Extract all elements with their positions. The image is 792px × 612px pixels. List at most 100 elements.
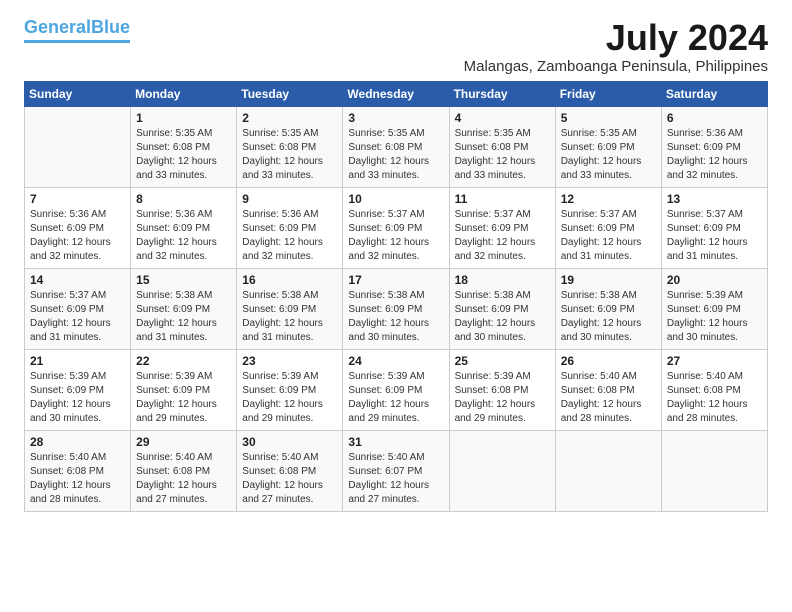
- day-number: 17: [348, 273, 443, 287]
- calendar-cell: 5 Sunrise: 5:35 AM Sunset: 6:09 PM Daylig…: [555, 106, 661, 187]
- day-number: 26: [561, 354, 656, 368]
- day-number: 11: [455, 192, 550, 206]
- cell-text: Sunrise: 5:40 AM Sunset: 6:08 PM Dayligh…: [242, 451, 337, 507]
- cell-text: Sunrise: 5:40 AM Sunset: 6:08 PM Dayligh…: [667, 370, 762, 426]
- page: GeneralBlue July 2024 Malangas, Zamboang…: [0, 0, 792, 522]
- cell-text: Sunrise: 5:38 AM Sunset: 6:09 PM Dayligh…: [561, 289, 656, 345]
- calendar-header-cell: Saturday: [661, 81, 767, 106]
- cell-text: Sunrise: 5:35 AM Sunset: 6:08 PM Dayligh…: [136, 127, 231, 183]
- calendar-cell: 14Sunrise: 5:37 AM Sunset: 6:09 PM Dayli…: [25, 268, 131, 349]
- day-number: 19: [561, 273, 656, 287]
- day-number: 7: [30, 192, 125, 206]
- logo-blue: Blue: [91, 17, 130, 37]
- day-number: 30: [242, 435, 337, 449]
- calendar-week-row: 28 Sunrise: 5:40 AM Sunset: 6:08 PM Dayli…: [25, 430, 768, 511]
- calendar-cell: 8Sunrise: 5:36 AM Sunset: 6:09 PM Daylig…: [131, 187, 237, 268]
- calendar-cell: 2 Sunrise: 5:35 AM Sunset: 6:08 PM Daylig…: [237, 106, 343, 187]
- logo-text: GeneralBlue: [24, 18, 130, 38]
- calendar-cell: 7 Sunrise: 5:36 AM Sunset: 6:09 PM Daylig…: [25, 187, 131, 268]
- calendar-cell: 17Sunrise: 5:38 AM Sunset: 6:09 PM Dayli…: [343, 268, 449, 349]
- calendar-cell: 24Sunrise: 5:39 AM Sunset: 6:09 PM Dayli…: [343, 349, 449, 430]
- day-number: 13: [667, 192, 762, 206]
- calendar-week-row: 14Sunrise: 5:37 AM Sunset: 6:09 PM Dayli…: [25, 268, 768, 349]
- day-number: 23: [242, 354, 337, 368]
- day-number: 29: [136, 435, 231, 449]
- day-number: 27: [667, 354, 762, 368]
- calendar-cell: 9Sunrise: 5:36 AM Sunset: 6:09 PM Daylig…: [237, 187, 343, 268]
- cell-text: Sunrise: 5:35 AM Sunset: 6:09 PM Dayligh…: [561, 127, 656, 183]
- day-number: 31: [348, 435, 443, 449]
- day-number: 2: [242, 111, 337, 125]
- cell-text: Sunrise: 5:40 AM Sunset: 6:07 PM Dayligh…: [348, 451, 443, 507]
- cell-text: Sunrise: 5:39 AM Sunset: 6:09 PM Dayligh…: [136, 370, 231, 426]
- cell-text: Sunrise: 5:37 AM Sunset: 6:09 PM Dayligh…: [30, 289, 125, 345]
- calendar-cell: 23 Sunrise: 5:39 AM Sunset: 6:09 PM Dayli…: [237, 349, 343, 430]
- day-number: 12: [561, 192, 656, 206]
- day-number: 28: [30, 435, 125, 449]
- cell-text: Sunrise: 5:40 AM Sunset: 6:08 PM Dayligh…: [30, 451, 125, 507]
- day-number: 5: [561, 111, 656, 125]
- cell-text: Sunrise: 5:40 AM Sunset: 6:08 PM Dayligh…: [136, 451, 231, 507]
- day-number: 4: [455, 111, 550, 125]
- cell-text: Sunrise: 5:39 AM Sunset: 6:08 PM Dayligh…: [455, 370, 550, 426]
- calendar-table: SundayMondayTuesdayWednesdayThursdayFrid…: [24, 81, 768, 512]
- day-number: 3: [348, 111, 443, 125]
- cell-text: Sunrise: 5:39 AM Sunset: 6:09 PM Dayligh…: [242, 370, 337, 426]
- cell-text: Sunrise: 5:36 AM Sunset: 6:09 PM Dayligh…: [30, 208, 125, 264]
- calendar-cell: 28 Sunrise: 5:40 AM Sunset: 6:08 PM Dayli…: [25, 430, 131, 511]
- calendar-cell: 21 Sunrise: 5:39 AM Sunset: 6:09 PM Dayli…: [25, 349, 131, 430]
- calendar-header-cell: Wednesday: [343, 81, 449, 106]
- cell-text: Sunrise: 5:40 AM Sunset: 6:08 PM Dayligh…: [561, 370, 656, 426]
- logo-general: General: [24, 17, 91, 37]
- cell-text: Sunrise: 5:39 AM Sunset: 6:09 PM Dayligh…: [30, 370, 125, 426]
- day-number: 18: [455, 273, 550, 287]
- cell-text: Sunrise: 5:37 AM Sunset: 6:09 PM Dayligh…: [455, 208, 550, 264]
- cell-text: Sunrise: 5:38 AM Sunset: 6:09 PM Dayligh…: [242, 289, 337, 345]
- calendar-cell: [449, 430, 555, 511]
- calendar-cell: 25Sunrise: 5:39 AM Sunset: 6:08 PM Dayli…: [449, 349, 555, 430]
- calendar-header-cell: Thursday: [449, 81, 555, 106]
- header: GeneralBlue July 2024 Malangas, Zamboang…: [24, 18, 768, 75]
- day-number: 6: [667, 111, 762, 125]
- calendar-cell: 31 Sunrise: 5:40 AM Sunset: 6:07 PM Dayli…: [343, 430, 449, 511]
- calendar-cell: 3 Sunrise: 5:35 AM Sunset: 6:08 PM Daylig…: [343, 106, 449, 187]
- calendar-cell: 19 Sunrise: 5:38 AM Sunset: 6:09 PM Dayli…: [555, 268, 661, 349]
- calendar-cell: 13 Sunrise: 5:37 AM Sunset: 6:09 PM Dayli…: [661, 187, 767, 268]
- calendar-header-cell: Sunday: [25, 81, 131, 106]
- calendar-header-cell: Friday: [555, 81, 661, 106]
- calendar-week-row: 1 Sunrise: 5:35 AM Sunset: 6:08 PM Daylig…: [25, 106, 768, 187]
- calendar-cell: [25, 106, 131, 187]
- calendar-cell: 29 Sunrise: 5:40 AM Sunset: 6:08 PM Dayli…: [131, 430, 237, 511]
- day-number: 16: [242, 273, 337, 287]
- calendar-cell: 12 Sunrise: 5:37 AM Sunset: 6:09 PM Dayli…: [555, 187, 661, 268]
- calendar-cell: 10Sunrise: 5:37 AM Sunset: 6:09 PM Dayli…: [343, 187, 449, 268]
- day-number: 15: [136, 273, 231, 287]
- cell-text: Sunrise: 5:37 AM Sunset: 6:09 PM Dayligh…: [561, 208, 656, 264]
- calendar-cell: 27 Sunrise: 5:40 AM Sunset: 6:08 PM Dayli…: [661, 349, 767, 430]
- cell-text: Sunrise: 5:38 AM Sunset: 6:09 PM Dayligh…: [455, 289, 550, 345]
- calendar-cell: 16 Sunrise: 5:38 AM Sunset: 6:09 PM Dayli…: [237, 268, 343, 349]
- logo: GeneralBlue: [24, 18, 130, 43]
- location: Malangas, Zamboanga Peninsula, Philippin…: [464, 58, 768, 75]
- calendar-week-row: 21 Sunrise: 5:39 AM Sunset: 6:09 PM Dayli…: [25, 349, 768, 430]
- calendar-cell: 1 Sunrise: 5:35 AM Sunset: 6:08 PM Daylig…: [131, 106, 237, 187]
- calendar-cell: 30 Sunrise: 5:40 AM Sunset: 6:08 PM Dayli…: [237, 430, 343, 511]
- calendar-week-row: 7 Sunrise: 5:36 AM Sunset: 6:09 PM Daylig…: [25, 187, 768, 268]
- day-number: 22: [136, 354, 231, 368]
- logo-underline: [24, 40, 130, 43]
- day-number: 1: [136, 111, 231, 125]
- cell-text: Sunrise: 5:36 AM Sunset: 6:09 PM Dayligh…: [136, 208, 231, 264]
- calendar-body: 1 Sunrise: 5:35 AM Sunset: 6:08 PM Daylig…: [25, 106, 768, 511]
- cell-text: Sunrise: 5:38 AM Sunset: 6:09 PM Dayligh…: [136, 289, 231, 345]
- calendar-cell: 15 Sunrise: 5:38 AM Sunset: 6:09 PM Dayli…: [131, 268, 237, 349]
- calendar-cell: 20Sunrise: 5:39 AM Sunset: 6:09 PM Dayli…: [661, 268, 767, 349]
- cell-text: Sunrise: 5:37 AM Sunset: 6:09 PM Dayligh…: [667, 208, 762, 264]
- calendar-header-cell: Monday: [131, 81, 237, 106]
- cell-text: Sunrise: 5:35 AM Sunset: 6:08 PM Dayligh…: [242, 127, 337, 183]
- day-number: 9: [242, 192, 337, 206]
- day-number: 21: [30, 354, 125, 368]
- cell-text: Sunrise: 5:35 AM Sunset: 6:08 PM Dayligh…: [348, 127, 443, 183]
- day-number: 10: [348, 192, 443, 206]
- day-number: 24: [348, 354, 443, 368]
- cell-text: Sunrise: 5:39 AM Sunset: 6:09 PM Dayligh…: [667, 289, 762, 345]
